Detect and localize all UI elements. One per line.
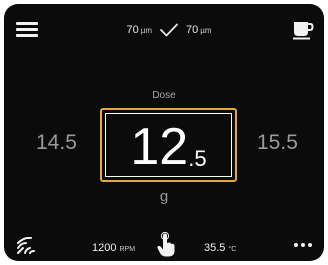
- hamburger-menu-icon[interactable]: [16, 22, 38, 38]
- dose-selector[interactable]: 12.5: [100, 108, 237, 182]
- current-dose-decimal: .5: [188, 146, 207, 171]
- temperature-unit: °C: [228, 246, 237, 253]
- grind-right-value: 70: [186, 24, 199, 36]
- dose-label: Dose: [152, 90, 176, 101]
- check-icon: [160, 23, 178, 37]
- wifi-signal-icon[interactable]: [16, 237, 36, 255]
- grind-right-unit: µm: [200, 26, 212, 35]
- grind-left-value: 70: [126, 24, 139, 36]
- rpm-unit: RPM: [119, 246, 136, 253]
- hand-touch-icon[interactable]: [156, 232, 176, 258]
- temperature-value: 35.5: [204, 242, 226, 254]
- grind-left-readout: 70 µm: [126, 24, 152, 36]
- current-dose-main: 12: [130, 118, 189, 176]
- more-options-icon[interactable]: [294, 243, 312, 249]
- grind-left-unit: µm: [140, 26, 152, 35]
- coffee-cup-icon[interactable]: [292, 18, 314, 40]
- grind-setting-bar: 70 µm 70 µm: [104, 18, 234, 42]
- grind-right-readout: 70 µm: [186, 24, 212, 36]
- dose-selector-inner: 12.5: [105, 113, 232, 177]
- previous-dose-value[interactable]: 14.5: [36, 131, 77, 155]
- rpm-readout: 1200 RPM: [92, 242, 135, 254]
- next-dose-value[interactable]: 15.5: [257, 131, 298, 155]
- rpm-value: 1200: [92, 242, 117, 254]
- temperature-readout: 35.5 °C: [204, 242, 236, 254]
- dose-unit: g: [159, 188, 169, 205]
- grinder-screen: 70 µm 70 µm Dose 14.5 12.5 15.5 g 1200 RPM: [4, 4, 324, 261]
